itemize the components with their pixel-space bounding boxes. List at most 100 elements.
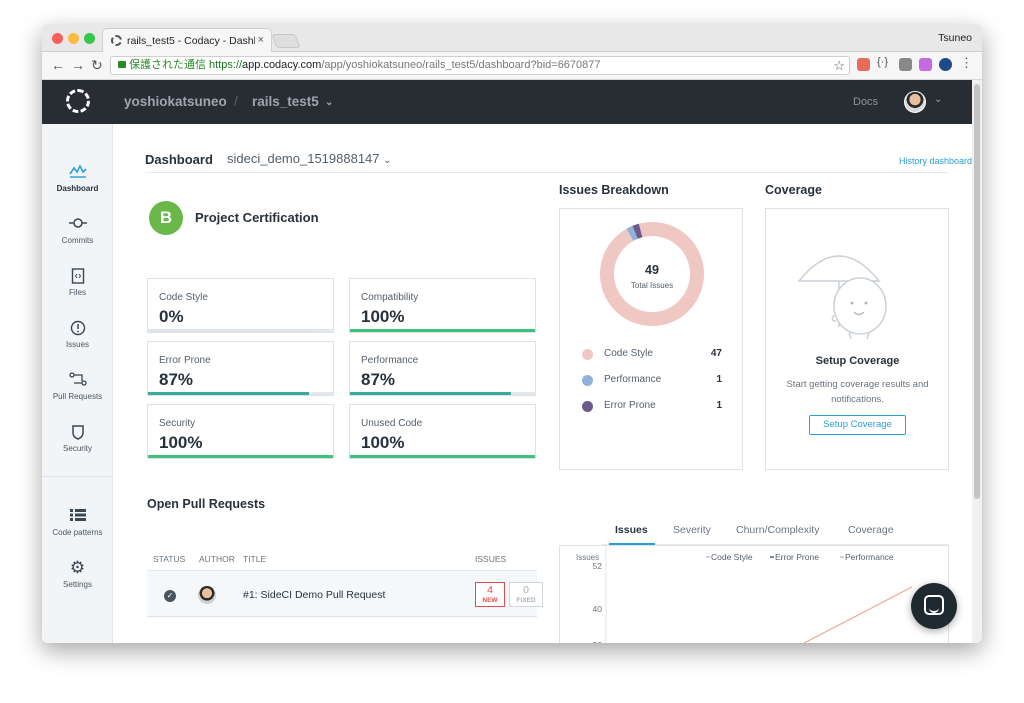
chat-icon [924, 595, 944, 615]
url-input[interactable]: 保護された通信 https://app.codacy.com/app/yoshi… [110, 56, 850, 75]
scrollbar-thumb[interactable] [974, 84, 980, 499]
umbrella-illustration-icon [797, 255, 887, 340]
loading-icon [111, 35, 122, 46]
series-line-code-style [802, 586, 913, 643]
repo-selector[interactable]: rails_test5 [252, 94, 319, 109]
history-dashboard-link[interactable]: History dashboard [852, 156, 972, 166]
table-row[interactable]: ✓ #1: SideCI Demo Pull Request 4 NEW 0 FIX… [147, 570, 543, 617]
chart-legend-label[interactable]: Error Prone [775, 552, 819, 562]
setup-coverage-title: Setup Coverage [815, 355, 900, 367]
legend-dot [582, 349, 593, 360]
metric-value: 100% [361, 433, 405, 452]
sidebar-item-settings[interactable]: ⚙ Settings [42, 559, 113, 589]
close-window-button[interactable] [52, 33, 63, 44]
metric-card[interactable]: Performance 87% [349, 341, 536, 396]
forward-arrow-icon[interactable]: → [71, 57, 85, 73]
metric-label: Code Style [159, 292, 208, 303]
chevron-down-icon: ⌄ [383, 155, 392, 166]
metric-card[interactable]: Security 100% [147, 404, 334, 459]
donut-slice [632, 223, 643, 239]
legend-count: 1 [716, 400, 722, 411]
metric-bar-fill [148, 455, 333, 458]
close-tab-icon[interactable]: × [258, 34, 264, 46]
app-header: yoshiokatsuneo / rails_test5 ⌄ Docs ⌄ [42, 80, 972, 124]
tab-coverage[interactable]: Coverage [848, 524, 894, 536]
user-avatar[interactable] [904, 91, 926, 113]
bookmark-star-icon[interactable]: ☆ [833, 57, 845, 74]
address-bar-row: ← → ↻ 保護された通信 https://app.codacy.com/app… [42, 52, 982, 80]
url-scheme: https:// [209, 59, 243, 71]
legend-dot [582, 375, 593, 386]
main-content: Dashboard sideci_demo_1519888147 ⌄ Histo… [113, 124, 972, 643]
maximize-window-button[interactable] [84, 33, 95, 44]
browser-user[interactable]: Tsuneo [938, 32, 972, 44]
metric-card[interactable]: Unused Code 100% [349, 404, 536, 459]
browser-tab[interactable]: rails_test5 - Codacy - Dashboard × [102, 28, 272, 52]
metric-bar [148, 455, 333, 458]
docs-link[interactable]: Docs [853, 96, 878, 108]
extension-icon[interactable] [939, 58, 952, 71]
new-issues-label: NEW [482, 597, 498, 604]
metric-card[interactable]: Code Style 0% [147, 278, 334, 333]
chart-legend-label[interactable]: Code Style [711, 552, 753, 562]
scrollbar[interactable] [972, 80, 982, 643]
extension-icon[interactable] [919, 58, 932, 71]
chat-widget-button[interactable] [911, 583, 957, 629]
tab-churn-complexity[interactable]: Churn/Complexity [736, 524, 819, 536]
back-arrow-icon[interactable]: ← [51, 57, 65, 73]
json-extension-icon[interactable]: {·} [877, 56, 890, 69]
metric-label: Unused Code [361, 418, 423, 429]
commit-icon [42, 216, 113, 232]
sidebar-item-code-patterns[interactable]: Code patterns [42, 508, 113, 537]
sidebar-item-label: Code patterns [52, 528, 103, 537]
open-pull-requests-title: Open Pull Requests [147, 497, 266, 511]
new-issues-count: 4 [487, 584, 493, 596]
tab-issues[interactable]: Issues [615, 524, 648, 536]
sidebar-item-label: Commits [61, 236, 94, 245]
tab-severity[interactable]: Severity [673, 524, 711, 536]
extension-icon[interactable] [857, 58, 870, 71]
coverage-title: Coverage [765, 183, 822, 197]
legend-label: Performance [604, 374, 662, 385]
sidebar: Dashboard Commits Files Issues Pull Requ… [42, 124, 113, 643]
sidebar-item-label: Pull Requests [52, 392, 103, 401]
pull-request-title[interactable]: #1: SideCI Demo Pull Request [243, 589, 385, 601]
sidebar-item-label: Files [69, 288, 86, 297]
minimize-window-button[interactable] [68, 33, 79, 44]
chevron-down-icon[interactable]: ⌄ [934, 94, 942, 105]
project-selector[interactable]: sideci_demo_1519888147 ⌄ [227, 151, 392, 166]
sidebar-item-label: Security [63, 444, 92, 453]
metric-card[interactable]: Compatibility 100% [349, 278, 536, 333]
extension-icon[interactable] [899, 58, 912, 71]
chevron-down-icon[interactable]: ⌄ [325, 97, 333, 108]
issues-breakdown-panel: 49 Total Issues Code Style 47 Performance 1… [559, 208, 743, 470]
issues-icon [42, 320, 113, 336]
metric-bar [350, 329, 535, 332]
menu-dots-icon[interactable]: ⋮ [960, 55, 973, 70]
sidebar-item-security[interactable]: Security [42, 424, 113, 453]
setup-coverage-button[interactable]: Setup Coverage [809, 415, 906, 435]
metric-bar-fill [350, 455, 535, 458]
fixed-issues-badge: 0 FIXED [509, 582, 543, 607]
page-title: Dashboard [145, 152, 213, 167]
pull-request-icon [42, 372, 113, 388]
legend-label: Error Prone [604, 400, 656, 411]
dashboard-icon [42, 164, 113, 180]
sidebar-item-pull-requests[interactable]: Pull Requests [42, 372, 113, 401]
codacy-logo-icon[interactable] [66, 89, 90, 113]
secure-label: 保護された通信 [129, 59, 206, 71]
metric-value: 87% [361, 370, 396, 389]
chart-legend-label[interactable]: Performance [845, 552, 894, 562]
new-tab-button[interactable] [271, 34, 301, 48]
sidebar-item-commits[interactable]: Commits [42, 216, 113, 245]
org-link[interactable]: yoshiokatsuneo [124, 94, 227, 109]
metric-bar [350, 455, 535, 458]
sidebar-item-files[interactable]: Files [42, 268, 113, 297]
sidebar-item-issues[interactable]: Issues [42, 320, 113, 349]
metric-card[interactable]: Error Prone 87% [147, 341, 334, 396]
total-issues-label: Total Issues [630, 281, 674, 290]
reload-icon[interactable]: ↻ [91, 57, 103, 74]
project-name: sideci_demo_1519888147 [227, 151, 380, 166]
metric-bar [148, 392, 333, 395]
sidebar-item-dashboard[interactable]: Dashboard [42, 164, 113, 193]
